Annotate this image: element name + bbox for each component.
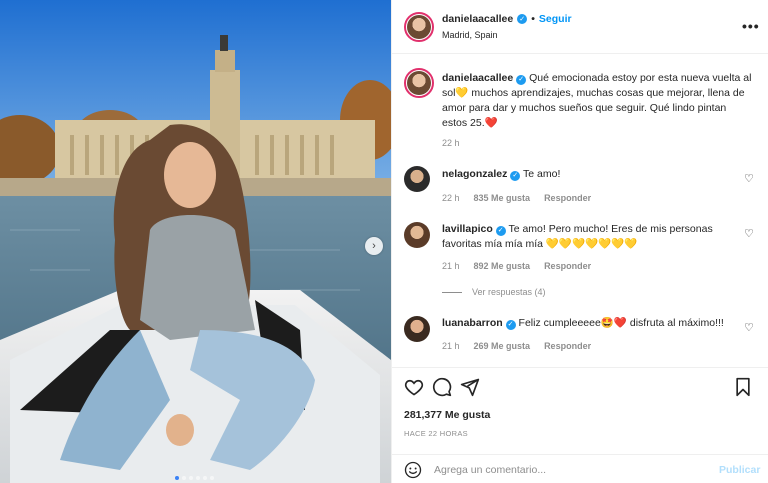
author-avatar[interactable] (404, 12, 434, 42)
commenter-avatar[interactable] (404, 166, 430, 192)
caption-username[interactable]: danielaacallee (442, 72, 513, 84)
photo-scene (0, 0, 391, 483)
verified-badge-icon: ✓ (510, 170, 521, 181)
add-comment-input[interactable]: Agrega un comentario... (434, 464, 546, 476)
comment-bubble-icon[interactable] (432, 377, 452, 397)
divider (392, 367, 768, 368)
comment-username[interactable]: luanabarron (442, 317, 503, 329)
post-timestamp[interactable]: HACE 22 HORAS (404, 429, 468, 438)
like-comment-heart-icon[interactable]: ♡ (744, 172, 754, 185)
author-username[interactable]: danielaacallee (442, 13, 513, 25)
comment-username[interactable]: lavillapico (442, 223, 493, 235)
author-username-row: danielaacallee ✓ • Seguir (442, 13, 572, 25)
carousel-dot (182, 476, 186, 480)
instagram-post-modal: › danielaacallee ✓ • Seguir Madrid, Spai… (0, 0, 768, 483)
carousel-dot (210, 476, 214, 480)
comment-meta: 22 h 835 Me gusta Responder (442, 193, 591, 203)
verified-badge-icon: ✓ (505, 319, 516, 330)
like-count[interactable]: 281,377 Me gusta (404, 409, 490, 421)
share-send-icon[interactable] (460, 377, 480, 397)
commenter-avatar[interactable] (404, 316, 430, 342)
comment-time[interactable]: 22 h (442, 193, 460, 203)
comment-composer: Agrega un comentario... Publicar (392, 455, 768, 483)
emoji-picker-icon[interactable] (404, 461, 422, 479)
carousel-dot (196, 476, 200, 480)
caption-time[interactable]: 22 h (442, 138, 460, 148)
post-location[interactable]: Madrid, Spain (442, 30, 498, 40)
like-comment-heart-icon[interactable]: ♡ (744, 321, 754, 334)
comment-time[interactable]: 21 h (442, 341, 460, 351)
more-options-icon[interactable]: ••• (742, 18, 760, 34)
comment-time[interactable]: 21 h (442, 261, 460, 271)
post-caption: danielaacallee ✓ Qué emocionada estoy po… (442, 71, 754, 131)
replies-line (442, 291, 462, 293)
comment-meta: 21 h 892 Me gusta Responder (442, 261, 591, 271)
save-bookmark-icon[interactable] (734, 377, 752, 397)
comment-text: Te amo! (523, 168, 561, 180)
comment-username[interactable]: nelagonzalez (442, 168, 507, 180)
post-details-panel: danielaacallee ✓ • Seguir Madrid, Spain … (391, 0, 768, 483)
comment-item: lavillapico ✓ Te amo! Pero mucho! Eres d… (442, 222, 742, 252)
reply-button[interactable]: Responder (544, 261, 591, 271)
carousel-indicators (175, 476, 214, 480)
post-actions-bar (404, 377, 759, 399)
view-replies[interactable]: Ver respuestas (4) (442, 287, 546, 297)
verified-badge-icon: ✓ (516, 74, 527, 85)
comment-meta: 21 h 269 Me gusta Responder (442, 341, 591, 351)
reply-button[interactable]: Responder (544, 341, 591, 351)
carousel-dot (203, 476, 207, 480)
post-header: danielaacallee ✓ • Seguir Madrid, Spain … (392, 0, 768, 54)
caption-author-avatar[interactable] (404, 68, 434, 98)
comment-likes[interactable]: 892 Me gusta (474, 261, 531, 271)
like-comment-heart-icon[interactable]: ♡ (744, 227, 754, 240)
follow-button[interactable]: Seguir (539, 13, 572, 25)
comment-item: luanabarron ✓ Feliz cumpleeeee🤩❤️ disfru… (442, 316, 742, 331)
post-photo: › (0, 0, 391, 483)
comment-likes[interactable]: 269 Me gusta (474, 341, 531, 351)
verified-badge-icon: ✓ (495, 225, 506, 236)
verified-badge-icon: ✓ (517, 14, 528, 24)
carousel-dot (175, 476, 179, 480)
comment-text: Feliz cumpleeeee🤩❤️ disfruta al máximo!!… (518, 317, 724, 329)
separator-dot: • (531, 13, 535, 25)
like-heart-icon[interactable] (404, 377, 424, 397)
comment-likes[interactable]: 835 Me gusta (474, 193, 531, 203)
publish-button[interactable]: Publicar (719, 464, 760, 476)
next-photo-button[interactable]: › (365, 237, 383, 255)
reply-button[interactable]: Responder (544, 193, 591, 203)
comment-item: nelagonzalez ✓ Te amo! (442, 167, 742, 182)
carousel-dot (189, 476, 193, 480)
commenter-avatar[interactable] (404, 222, 430, 248)
view-replies-label[interactable]: Ver respuestas (4) (472, 287, 546, 297)
